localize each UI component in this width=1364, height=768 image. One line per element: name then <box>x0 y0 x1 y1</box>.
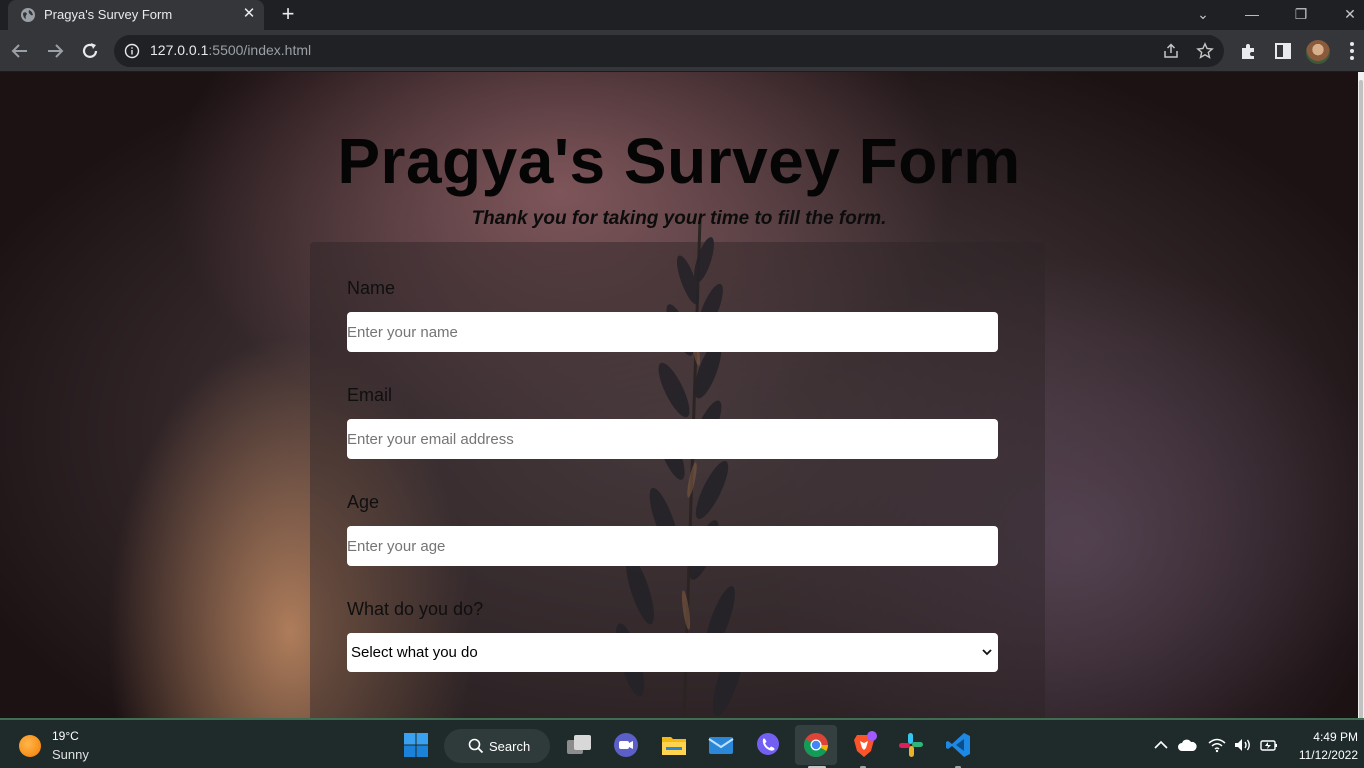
file-explorer-icon[interactable] <box>660 731 688 759</box>
new-tab-button[interactable]: + <box>276 3 300 27</box>
tab-strip: Pragya's Survey Form ✕ + ⌄ — ❐ ✕ <box>0 0 1364 30</box>
chevron-down-icon <box>982 649 992 656</box>
extensions-puzzle-icon[interactable] <box>1239 41 1259 61</box>
age-input[interactable] <box>347 526 998 566</box>
taskbar-search-button[interactable]: Search <box>444 729 550 763</box>
brave-icon[interactable] <box>850 731 878 759</box>
weather-condition[interactable]: Sunny <box>52 747 89 762</box>
bookmark-star-icon[interactable] <box>1196 42 1214 60</box>
site-info-icon[interactable] <box>124 43 140 59</box>
minimize-button[interactable]: — <box>1240 3 1264 25</box>
browser-menu-icon[interactable] <box>1346 40 1358 62</box>
onedrive-cloud-icon[interactable] <box>1177 737 1197 753</box>
page-title: Pragya's Survey Form <box>337 125 1021 197</box>
back-arrow-icon[interactable] <box>8 39 32 63</box>
side-panel-icon[interactable] <box>1273 41 1293 61</box>
occupation-select[interactable]: Select what you do <box>347 633 998 672</box>
slack-icon[interactable] <box>897 731 925 759</box>
globe-icon <box>21 8 35 22</box>
mail-icon[interactable] <box>707 731 735 759</box>
tab-close-icon[interactable]: ✕ <box>240 5 258 23</box>
name-label: Name <box>347 278 396 298</box>
email-input[interactable] <box>347 419 998 459</box>
wifi-icon[interactable] <box>1207 737 1227 753</box>
chevron-up-icon[interactable] <box>1152 737 1170 753</box>
start-icon[interactable] <box>402 731 430 759</box>
occupation-selected-value: Select what you do <box>351 644 478 661</box>
teams-chat-icon[interactable] <box>612 731 640 759</box>
windows-taskbar: 19°C Sunny Search 4:49 PM 11/12/2022 <box>0 718 1364 768</box>
share-icon[interactable] <box>1162 42 1180 60</box>
email-label: Email <box>347 385 393 405</box>
search-icon <box>468 738 484 754</box>
survey-form: Name Email Age What do you do? Select wh… <box>310 242 1045 718</box>
reload-icon[interactable] <box>78 39 102 63</box>
url-host: 127.0.0.1 <box>150 42 209 58</box>
browser-toolbar: 127.0.0.1:5500/index.html <box>0 30 1364 72</box>
forward-arrow-icon[interactable] <box>43 39 67 63</box>
weather-temperature[interactable]: 19°C <box>52 729 79 743</box>
address-bar[interactable]: 127.0.0.1:5500/index.html <box>114 35 1224 67</box>
clock-time[interactable]: 4:49 PM <box>1304 730 1358 744</box>
clock-date[interactable]: 11/12/2022 <box>1290 748 1358 762</box>
vscode-icon[interactable] <box>944 731 972 759</box>
occupation-label: What do you do? <box>347 599 484 619</box>
tab-title: Pragya's Survey Form <box>44 7 173 22</box>
profile-avatar[interactable] <box>1306 40 1330 64</box>
sun-weather-icon[interactable] <box>19 735 41 757</box>
url-text[interactable]: 127.0.0.1:5500/index.html <box>150 42 311 58</box>
page-viewport: Pragya's Survey Form Thank you for takin… <box>0 72 1358 718</box>
viber-icon[interactable] <box>754 731 782 759</box>
age-label: Age <box>347 492 380 512</box>
restore-button[interactable]: ❐ <box>1289 3 1313 25</box>
tab-search-chevron-icon[interactable]: ⌄ <box>1191 3 1215 25</box>
chrome-icon[interactable] <box>802 731 830 759</box>
battery-charging-icon[interactable] <box>1259 737 1279 753</box>
page-subtitle: Thank you for taking your time to fill t… <box>471 208 887 229</box>
page-scrollbar-thumb[interactable] <box>1359 80 1363 720</box>
search-label: Search <box>489 739 531 754</box>
close-window-button[interactable]: ✕ <box>1338 3 1362 25</box>
browser-tab[interactable]: Pragya's Survey Form ✕ <box>8 0 264 30</box>
url-path: :5500/index.html <box>208 42 312 58</box>
name-input[interactable] <box>347 312 998 352</box>
volume-icon[interactable] <box>1233 737 1253 753</box>
task-view-icon[interactable] <box>565 731 593 759</box>
